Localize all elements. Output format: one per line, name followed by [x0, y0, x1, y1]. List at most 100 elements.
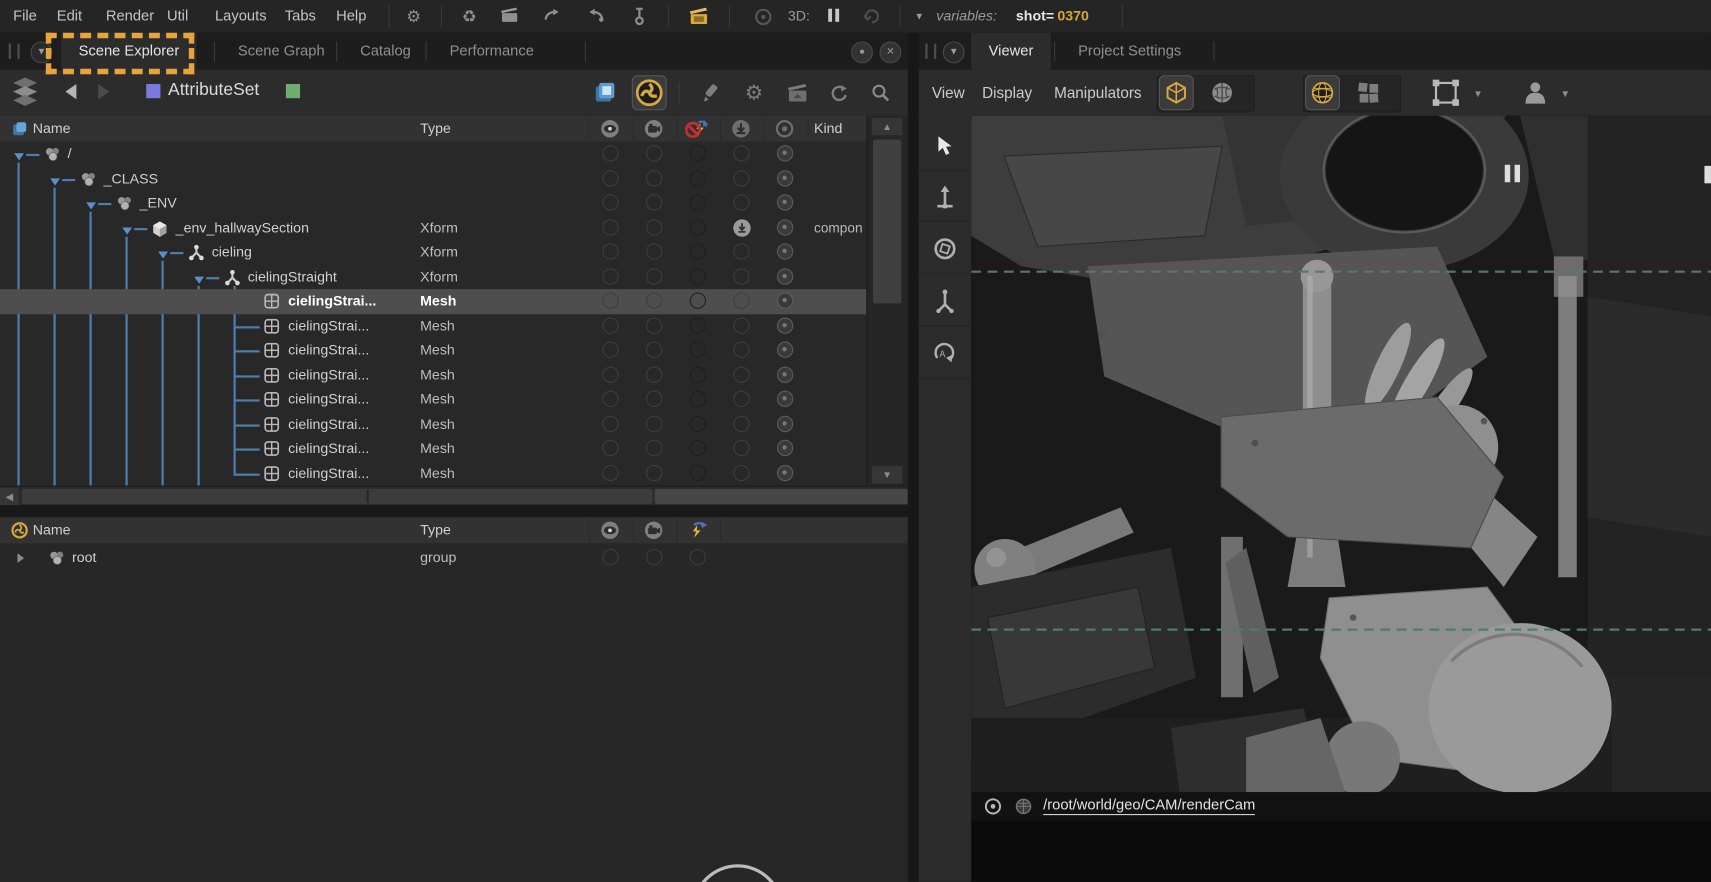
toggle-render-camera[interactable]: [645, 390, 663, 408]
pause-indicator-icon[interactable]: [1504, 164, 1521, 187]
camera-globe-icon[interactable]: [1015, 798, 1032, 819]
working-set-icon[interactable]: [775, 119, 795, 142]
blue-layers-icon[interactable]: [589, 76, 622, 109]
scrollbar-thumb[interactable]: [21, 488, 653, 505]
tab-viewer[interactable]: Viewer: [971, 32, 1051, 70]
toggle-render-camera[interactable]: [645, 316, 663, 334]
cancel-render-icon[interactable]: [862, 8, 882, 28]
chevron-down-icon[interactable]: ▼: [1473, 88, 1483, 99]
translate-icon[interactable]: [918, 172, 971, 222]
toggle-visibility-eye[interactable]: [602, 464, 619, 481]
toggle-load-state[interactable]: [733, 415, 750, 432]
scroll-down-icon[interactable]: ▼: [871, 465, 903, 484]
toggle-no-live-render[interactable]: [689, 341, 706, 358]
pane-menu-button[interactable]: ▼: [942, 41, 965, 64]
menu-render[interactable]: Render: [101, 0, 158, 33]
vertical-splitter[interactable]: [907, 32, 919, 882]
tree-row[interactable]: cielingStrai... Mesh: [0, 363, 866, 388]
pause-icon[interactable]: [824, 8, 844, 28]
tree-row[interactable]: _CLASS: [0, 166, 866, 191]
node-color-swatch[interactable]: [146, 84, 161, 99]
wire-sphere-icon[interactable]: [1305, 75, 1340, 111]
tree-row[interactable]: cielingStrai... Mesh: [0, 338, 866, 363]
menu-tabs[interactable]: Tabs: [280, 0, 320, 33]
toggle-no-live-render[interactable]: [689, 194, 706, 211]
gear-icon[interactable]: ⚙: [404, 8, 424, 28]
toggle-working-set[interactable]: [776, 267, 794, 285]
toggle-no-live-render[interactable]: [689, 267, 706, 285]
toggle-working-set[interactable]: [776, 341, 794, 358]
tree-row[interactable]: cielingStrai... Mesh: [0, 289, 867, 314]
gold-clapperboard-icon[interactable]: [689, 7, 710, 28]
toggle-visibility-eye[interactable]: [602, 292, 619, 309]
menu-help[interactable]: Help: [332, 0, 371, 33]
toggle-visibility-eye[interactable]: [602, 439, 619, 457]
pane-splitter[interactable]: [0, 505, 908, 518]
toggle-render-camera[interactable]: [645, 464, 663, 481]
menu-util[interactable]: Util: [163, 0, 193, 33]
tree-hscrollbar[interactable]: ◀: [0, 485, 908, 507]
viewer-menu-view[interactable]: View: [932, 70, 965, 116]
toggle-working-set[interactable]: [776, 415, 794, 432]
light-manipulator-icon[interactable]: [918, 277, 971, 327]
toggle-load-state[interactable]: [733, 292, 750, 309]
toggle-working-set[interactable]: [776, 243, 794, 260]
refresh-icon[interactable]: [823, 76, 856, 109]
toggle-visibility-eye[interactable]: [602, 218, 619, 236]
render-camera-icon[interactable]: [644, 119, 664, 142]
toggle-working-set[interactable]: [776, 439, 794, 457]
layers-icon[interactable]: [11, 76, 39, 110]
chevron-down-icon[interactable]: ▼: [1560, 88, 1570, 99]
camera-path[interactable]: /root/world/geo/CAM/renderCam: [1043, 797, 1256, 816]
toggle-render-camera[interactable]: [645, 194, 663, 211]
toggle-load-state[interactable]: [733, 366, 750, 383]
recycle-icon[interactable]: ♻: [459, 8, 479, 28]
toggle-no-live-render[interactable]: [689, 464, 706, 481]
pane-grip[interactable]: [925, 43, 937, 59]
tree-row[interactable]: cieling Xform: [0, 240, 866, 265]
toggle-visibility-eye[interactable]: [602, 366, 619, 383]
variables-value[interactable]: 0370: [1057, 0, 1089, 33]
menu-layouts[interactable]: Layouts: [211, 0, 271, 33]
clapperboard-icon[interactable]: [500, 7, 520, 28]
expand-caret-icon[interactable]: [13, 148, 25, 161]
toggle-no-live-render[interactable]: [689, 439, 706, 457]
tree-row[interactable]: cielingStrai... Mesh: [0, 412, 866, 437]
search-icon[interactable]: [864, 76, 897, 109]
marquee-select-icon[interactable]: [1429, 76, 1462, 109]
look-through-eye-icon[interactable]: [984, 798, 1002, 819]
collapse-caret-icon[interactable]: [15, 551, 27, 564]
toggle-render-camera[interactable]: [645, 439, 663, 457]
tab-performance[interactable]: Performance: [432, 33, 551, 70]
clapperboard-icon[interactable]: [781, 76, 814, 109]
toggle-live-render-lightning[interactable]: [689, 548, 706, 566]
forward-arrow-icon[interactable]: [96, 83, 111, 104]
expand-caret-icon[interactable]: [157, 247, 169, 259]
toggle-load-state[interactable]: [733, 145, 750, 162]
tree-row[interactable]: /: [0, 142, 866, 167]
breadcrumb[interactable]: AttributeSet: [168, 81, 259, 101]
render-camera-icon[interactable]: [644, 520, 664, 543]
tab-catalog[interactable]: Catalog: [343, 33, 429, 70]
toggle-visibility-eye[interactable]: [602, 316, 619, 334]
toggle-render-camera[interactable]: [645, 292, 663, 309]
node-status-swatch[interactable]: [285, 84, 301, 99]
toggle-visibility-eye[interactable]: [602, 243, 619, 260]
toggle-render-camera[interactable]: [645, 145, 663, 162]
toggle-working-set[interactable]: [776, 194, 794, 211]
toggle-load-state[interactable]: [733, 464, 750, 481]
toggle-render-camera[interactable]: [645, 366, 663, 383]
scrollbar-thumb[interactable]: [872, 139, 902, 304]
globe-icon[interactable]: [1206, 76, 1239, 109]
toggle-visibility-eye[interactable]: [602, 341, 619, 358]
toggle-render-camera[interactable]: [645, 415, 663, 432]
menu-edit[interactable]: Edit: [52, 0, 86, 33]
tree-row[interactable]: cielingStraight Xform: [0, 265, 866, 290]
pane-close-button[interactable]: ✕: [879, 41, 902, 64]
toggle-load-state[interactable]: [733, 341, 750, 358]
variables-name[interactable]: shot=: [1016, 0, 1054, 33]
toggle-visibility-eye[interactable]: [602, 169, 619, 187]
toggle-no-live-render[interactable]: [689, 316, 706, 334]
scroll-left-icon[interactable]: ◀: [0, 487, 19, 506]
toggle-load-state[interactable]: [733, 169, 750, 187]
